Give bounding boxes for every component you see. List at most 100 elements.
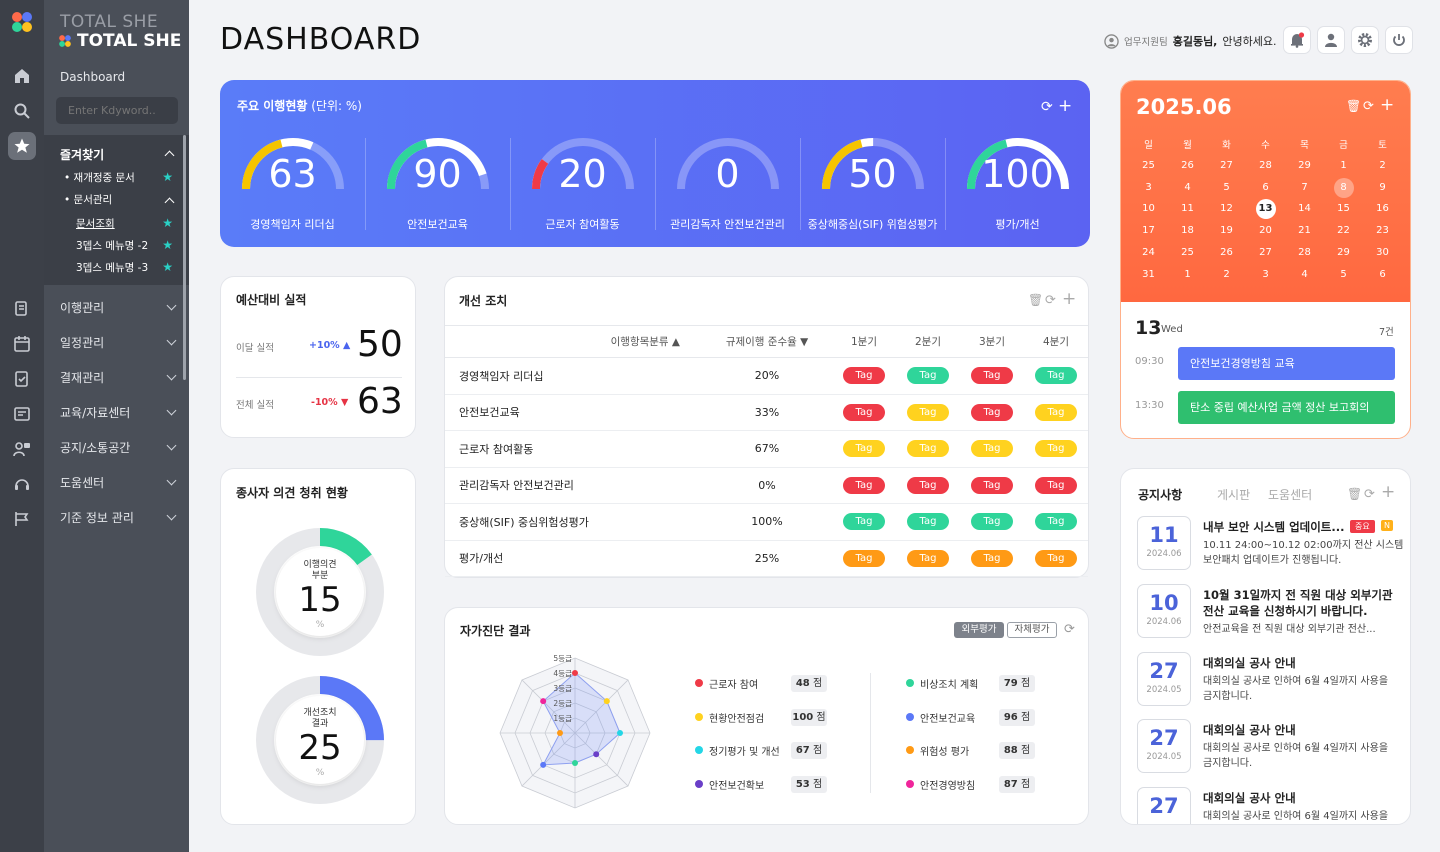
add-icon[interactable]: +: [1058, 96, 1072, 116]
calendar-day[interactable]: 8: [1324, 177, 1363, 199]
status-tag[interactable]: Tag: [843, 403, 885, 421]
fav-item[interactable]: • 문서관리: [64, 192, 112, 207]
table-row[interactable]: 중상해(SIF) 중심위험성평가 100% Tag Tag Tag Tag: [445, 504, 1088, 540]
status-tag[interactable]: Tag: [1035, 367, 1077, 385]
col-header-category[interactable]: 이행항목분류 ▲: [445, 326, 702, 358]
status-tag[interactable]: Tag: [907, 549, 949, 567]
calendar-day[interactable]: 2: [1363, 155, 1402, 177]
status-tag[interactable]: Tag: [843, 513, 885, 531]
star-icon[interactable]: ★: [162, 216, 173, 230]
refresh-icon[interactable]: ⟳: [1363, 99, 1374, 114]
chevron-up-icon[interactable]: [164, 197, 175, 208]
help-icon[interactable]: [11, 473, 33, 495]
calendar-day[interactable]: 26: [1207, 242, 1246, 264]
chevron-up-icon[interactable]: [164, 150, 175, 161]
calendar-day[interactable]: 28: [1285, 242, 1324, 264]
status-tag[interactable]: Tag: [907, 403, 949, 421]
favorites-title[interactable]: 즐겨찾기: [60, 146, 104, 163]
status-tag[interactable]: Tag: [1035, 549, 1077, 567]
calendar-day[interactable]: 16: [1363, 199, 1402, 221]
trash-icon[interactable]: 🗑: [1347, 487, 1362, 501]
gauge-2[interactable]: 90 안전보건교육: [369, 132, 506, 242]
sidebar-item-implementation[interactable]: 이행관리: [60, 299, 174, 316]
notice-item[interactable]: 27 2024.05 대회의실 공사 안내 대회의실 공사로 인하여 6월 4일까…: [1121, 652, 1410, 712]
calendar-day[interactable]: 2: [1207, 264, 1246, 286]
fav-item[interactable]: 3뎁스 메뉴명 -2: [76, 238, 148, 253]
sidebar-search[interactable]: [56, 97, 178, 124]
search-input[interactable]: [56, 97, 178, 124]
calendar-day[interactable]: 5: [1324, 264, 1363, 286]
education-icon[interactable]: [11, 403, 33, 425]
calendar-day[interactable]: 15: [1324, 199, 1363, 221]
sidebar-item-approval[interactable]: 결재관리: [60, 369, 174, 386]
calendar-day[interactable]: 20: [1246, 220, 1285, 242]
calendar-day[interactable]: 11: [1168, 199, 1207, 221]
calendar-day[interactable]: 18: [1168, 220, 1207, 242]
refresh-icon[interactable]: ⟳: [1064, 622, 1075, 637]
user-info[interactable]: 업무지원팀 홍길동님, 안녕하세요.: [1104, 33, 1276, 49]
sidebar-item-reference[interactable]: 기준 정보 관리: [60, 509, 174, 526]
approval-icon[interactable]: [11, 368, 33, 390]
search-icon[interactable]: [11, 100, 33, 122]
implementation-icon[interactable]: [11, 298, 33, 320]
star-icon[interactable]: ★: [162, 238, 173, 252]
status-tag[interactable]: Tag: [843, 440, 885, 458]
calendar-day[interactable]: 30: [1363, 242, 1402, 264]
event-item[interactable]: 탄소 중립 예산사업 금액 정산 보고회의: [1178, 391, 1395, 424]
add-icon[interactable]: +: [1062, 289, 1076, 309]
calendar-day[interactable]: 6: [1246, 177, 1285, 199]
trash-icon[interactable]: 🗑: [1028, 293, 1043, 307]
status-tag[interactable]: Tag: [971, 513, 1013, 531]
app-logo-icon[interactable]: [10, 10, 34, 34]
gauge-6[interactable]: 100 평가/개선: [949, 132, 1086, 242]
notice-item[interactable]: 27 대회의실 공사 안내 대회의실 공사로 인하여 6월 4일까지 사용을: [1121, 787, 1410, 824]
home-icon[interactable]: [11, 65, 33, 87]
calendar-day[interactable]: 27: [1246, 242, 1285, 264]
add-icon[interactable]: +: [1381, 482, 1395, 502]
tab-internal[interactable]: 자체평가: [1007, 622, 1057, 638]
status-tag[interactable]: Tag: [971, 440, 1013, 458]
status-tag[interactable]: Tag: [1035, 513, 1077, 531]
table-row[interactable]: 근로자 참여활동 67% Tag Tag Tag Tag: [445, 431, 1088, 467]
sidebar-dashboard-link[interactable]: Dashboard: [60, 70, 125, 84]
gauge-3[interactable]: 20 근로자 참여활동: [514, 132, 651, 242]
logout-button[interactable]: [1385, 26, 1413, 54]
status-tag[interactable]: Tag: [907, 476, 949, 494]
sidebar-item-community[interactable]: 공지/소통공간: [60, 439, 174, 456]
calendar-day[interactable]: 17: [1129, 220, 1168, 242]
status-tag[interactable]: Tag: [971, 549, 1013, 567]
status-tag[interactable]: Tag: [1035, 440, 1077, 458]
notice-item[interactable]: 27 2024.05 대회의실 공사 안내 대회의실 공사로 인하여 6월 4일까…: [1121, 719, 1410, 779]
fav-item[interactable]: 3뎁스 메뉴명 -3: [76, 260, 148, 275]
col-header-rate[interactable]: 규제이행 준수율 ▼: [702, 326, 832, 358]
calendar-day[interactable]: 29: [1285, 155, 1324, 177]
calendar-day[interactable]: 7: [1285, 177, 1324, 199]
notification-button[interactable]: [1283, 26, 1311, 54]
calendar-day[interactable]: 3: [1246, 264, 1285, 286]
status-tag[interactable]: Tag: [971, 476, 1013, 494]
calendar-day[interactable]: 4: [1168, 177, 1207, 199]
event-item[interactable]: 안전보건경영방침 교육: [1178, 347, 1395, 380]
brand[interactable]: TOTAL SHE: [58, 31, 181, 51]
calendar-day[interactable]: 28: [1246, 155, 1285, 177]
calendar-day[interactable]: 24: [1129, 242, 1168, 264]
tab-notice[interactable]: 공지사항: [1138, 486, 1182, 503]
calendar-day[interactable]: 23: [1363, 220, 1402, 242]
fav-item[interactable]: • 재개정중 문서: [64, 170, 135, 185]
star-icon[interactable]: ★: [162, 260, 173, 274]
status-tag[interactable]: Tag: [907, 367, 949, 385]
tab-help[interactable]: 도움센터: [1268, 486, 1312, 503]
fav-item-active[interactable]: 문서조회: [76, 216, 115, 231]
table-row[interactable]: 평가/개선 25% Tag Tag Tag Tag: [445, 540, 1088, 577]
table-row[interactable]: 안전보건교육 33% Tag Tag Tag Tag: [445, 394, 1088, 431]
add-icon[interactable]: +: [1380, 95, 1394, 115]
calendar-day[interactable]: 9: [1363, 177, 1402, 199]
status-tag[interactable]: Tag: [843, 476, 885, 494]
trash-icon[interactable]: 🗑: [1346, 99, 1361, 113]
calendar-day[interactable]: 1: [1168, 264, 1207, 286]
status-tag[interactable]: Tag: [843, 549, 885, 567]
calendar-day[interactable]: 4: [1285, 264, 1324, 286]
calendar-day[interactable]: 27: [1207, 155, 1246, 177]
table-row[interactable]: 경영책임자 리더십 20% Tag Tag Tag Tag: [445, 358, 1088, 394]
calendar-day[interactable]: 13: [1246, 199, 1285, 221]
